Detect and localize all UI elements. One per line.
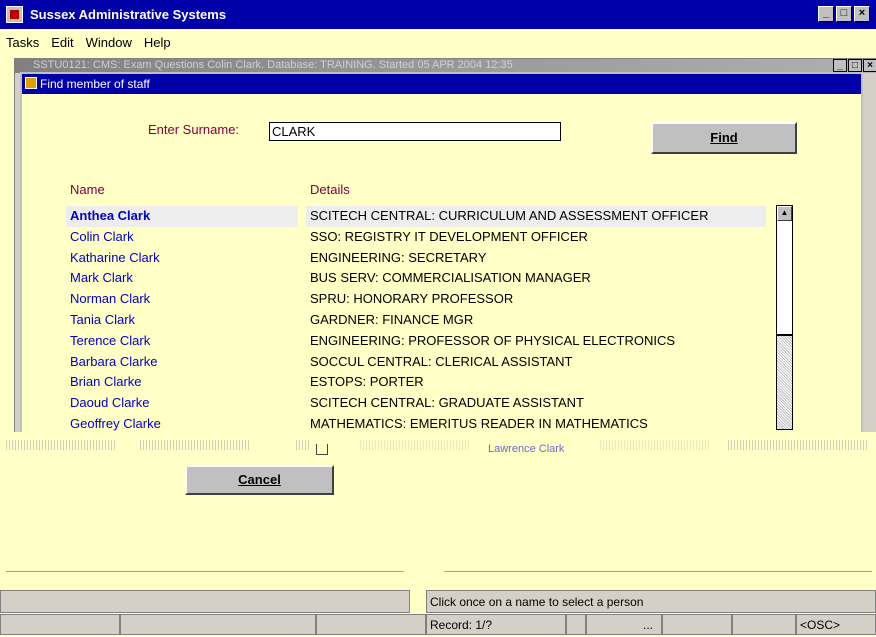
status-cell: [0, 614, 120, 635]
find-button-label: Find: [710, 130, 738, 145]
name-row-selected[interactable]: Anthea Clark: [66, 206, 298, 227]
details-row[interactable]: SPRU: HONORARY PROFESSOR: [310, 289, 766, 310]
status-cell: [566, 614, 586, 635]
redraw-artifact-strip: Lawrence Clark: [0, 432, 876, 460]
maximize-icon[interactable]: □: [836, 6, 852, 22]
details-row[interactable]: SOCCUL CENTRAL: CLERICAL ASSISTANT: [310, 352, 766, 373]
record-counter: Record: 1/?: [426, 614, 566, 635]
name-row[interactable]: Daoud Clarke: [70, 393, 298, 414]
menu-window[interactable]: Window: [80, 35, 138, 50]
menu-edit[interactable]: Edit: [45, 35, 79, 50]
status-cell: [316, 614, 426, 635]
cancel-button-label: Cancel: [238, 472, 281, 487]
name-row[interactable]: Tania Clark: [70, 310, 298, 331]
status-cell: [732, 614, 796, 635]
minimize-icon[interactable]: _: [818, 6, 834, 22]
status-cell: [662, 614, 732, 635]
partial-name-row: Lawrence Clark: [488, 443, 565, 455]
name-row[interactable]: Colin Clark: [70, 227, 298, 248]
name-row[interactable]: Katharine Clark: [70, 248, 298, 269]
name-column-header: Name: [70, 182, 105, 197]
surname-input[interactable]: [269, 122, 561, 141]
dialog-title-bar: Find member of staff: [22, 74, 861, 94]
app-title-bar: Sussex Administrative Systems _ □ ×: [0, 0, 876, 29]
name-row[interactable]: Mark Clark: [70, 268, 298, 289]
details-list: SCITECH CENTRAL: CURRICULUM AND ASSESSME…: [306, 206, 766, 435]
details-row[interactable]: SCITECH CENTRAL: GRADUATE ASSISTANT: [310, 393, 766, 414]
menu-bar: Tasks Edit Window Help: [0, 29, 876, 55]
details-row[interactable]: BUS SERV: COMMERCIALISATION MANAGER: [310, 268, 766, 289]
surname-label: Enter Surname:: [148, 122, 240, 137]
name-list: Anthea Clark Colin Clark Katharine Clark…: [66, 206, 298, 435]
cancel-button[interactable]: Cancel: [185, 465, 334, 495]
name-row[interactable]: Norman Clark: [70, 289, 298, 310]
dialog-title: Find member of staff: [40, 77, 150, 91]
background-window-title: SSTU0121: CMS: Exam Questions Colin Clar…: [15, 59, 876, 73]
bg-maximize-icon[interactable]: □: [848, 59, 862, 72]
find-button[interactable]: Find: [651, 122, 797, 154]
status-left-panel: [0, 590, 410, 613]
app-title: Sussex Administrative Systems: [30, 7, 227, 22]
details-row[interactable]: ESTOPS: PORTER: [310, 372, 766, 393]
list-scrollbar[interactable]: ▲: [776, 205, 793, 430]
bg-minimize-icon[interactable]: _: [833, 59, 847, 72]
status-cell: [120, 614, 316, 635]
scroll-up-arrow-icon[interactable]: ▲: [777, 206, 792, 221]
status-mode: <OSC>: [796, 614, 876, 635]
name-row[interactable]: Terence Clark: [70, 331, 298, 352]
details-row[interactable]: ENGINEERING: SECRETARY: [310, 248, 766, 269]
scroll-track[interactable]: [777, 336, 792, 429]
menu-tasks[interactable]: Tasks: [0, 35, 45, 50]
details-row[interactable]: SSO: REGISTRY IT DEVELOPMENT OFFICER: [310, 227, 766, 248]
menu-help[interactable]: Help: [138, 35, 177, 50]
scroll-thumb[interactable]: [777, 222, 792, 336]
details-column-header: Details: [310, 182, 350, 197]
dialog-icon: [25, 77, 37, 89]
divider-left: [6, 571, 404, 572]
details-row[interactable]: GARDNER: FINANCE MGR: [310, 310, 766, 331]
details-row[interactable]: ENGINEERING: PROFESSOR OF PHYSICAL ELECT…: [310, 331, 766, 352]
details-row-selected[interactable]: SCITECH CENTRAL: CURRICULUM AND ASSESSME…: [306, 206, 766, 227]
bg-close-icon[interactable]: ×: [863, 59, 876, 72]
name-row[interactable]: Brian Clarke: [70, 372, 298, 393]
name-row[interactable]: Barbara Clarke: [70, 352, 298, 373]
app-icon[interactable]: [6, 6, 23, 23]
status-ellipsis: ...: [586, 614, 662, 635]
partial-checkbox: [316, 444, 328, 455]
close-icon[interactable]: ×: [854, 6, 870, 22]
divider-right: [444, 571, 872, 572]
status-message: Click once on a name to select a person: [426, 590, 876, 613]
